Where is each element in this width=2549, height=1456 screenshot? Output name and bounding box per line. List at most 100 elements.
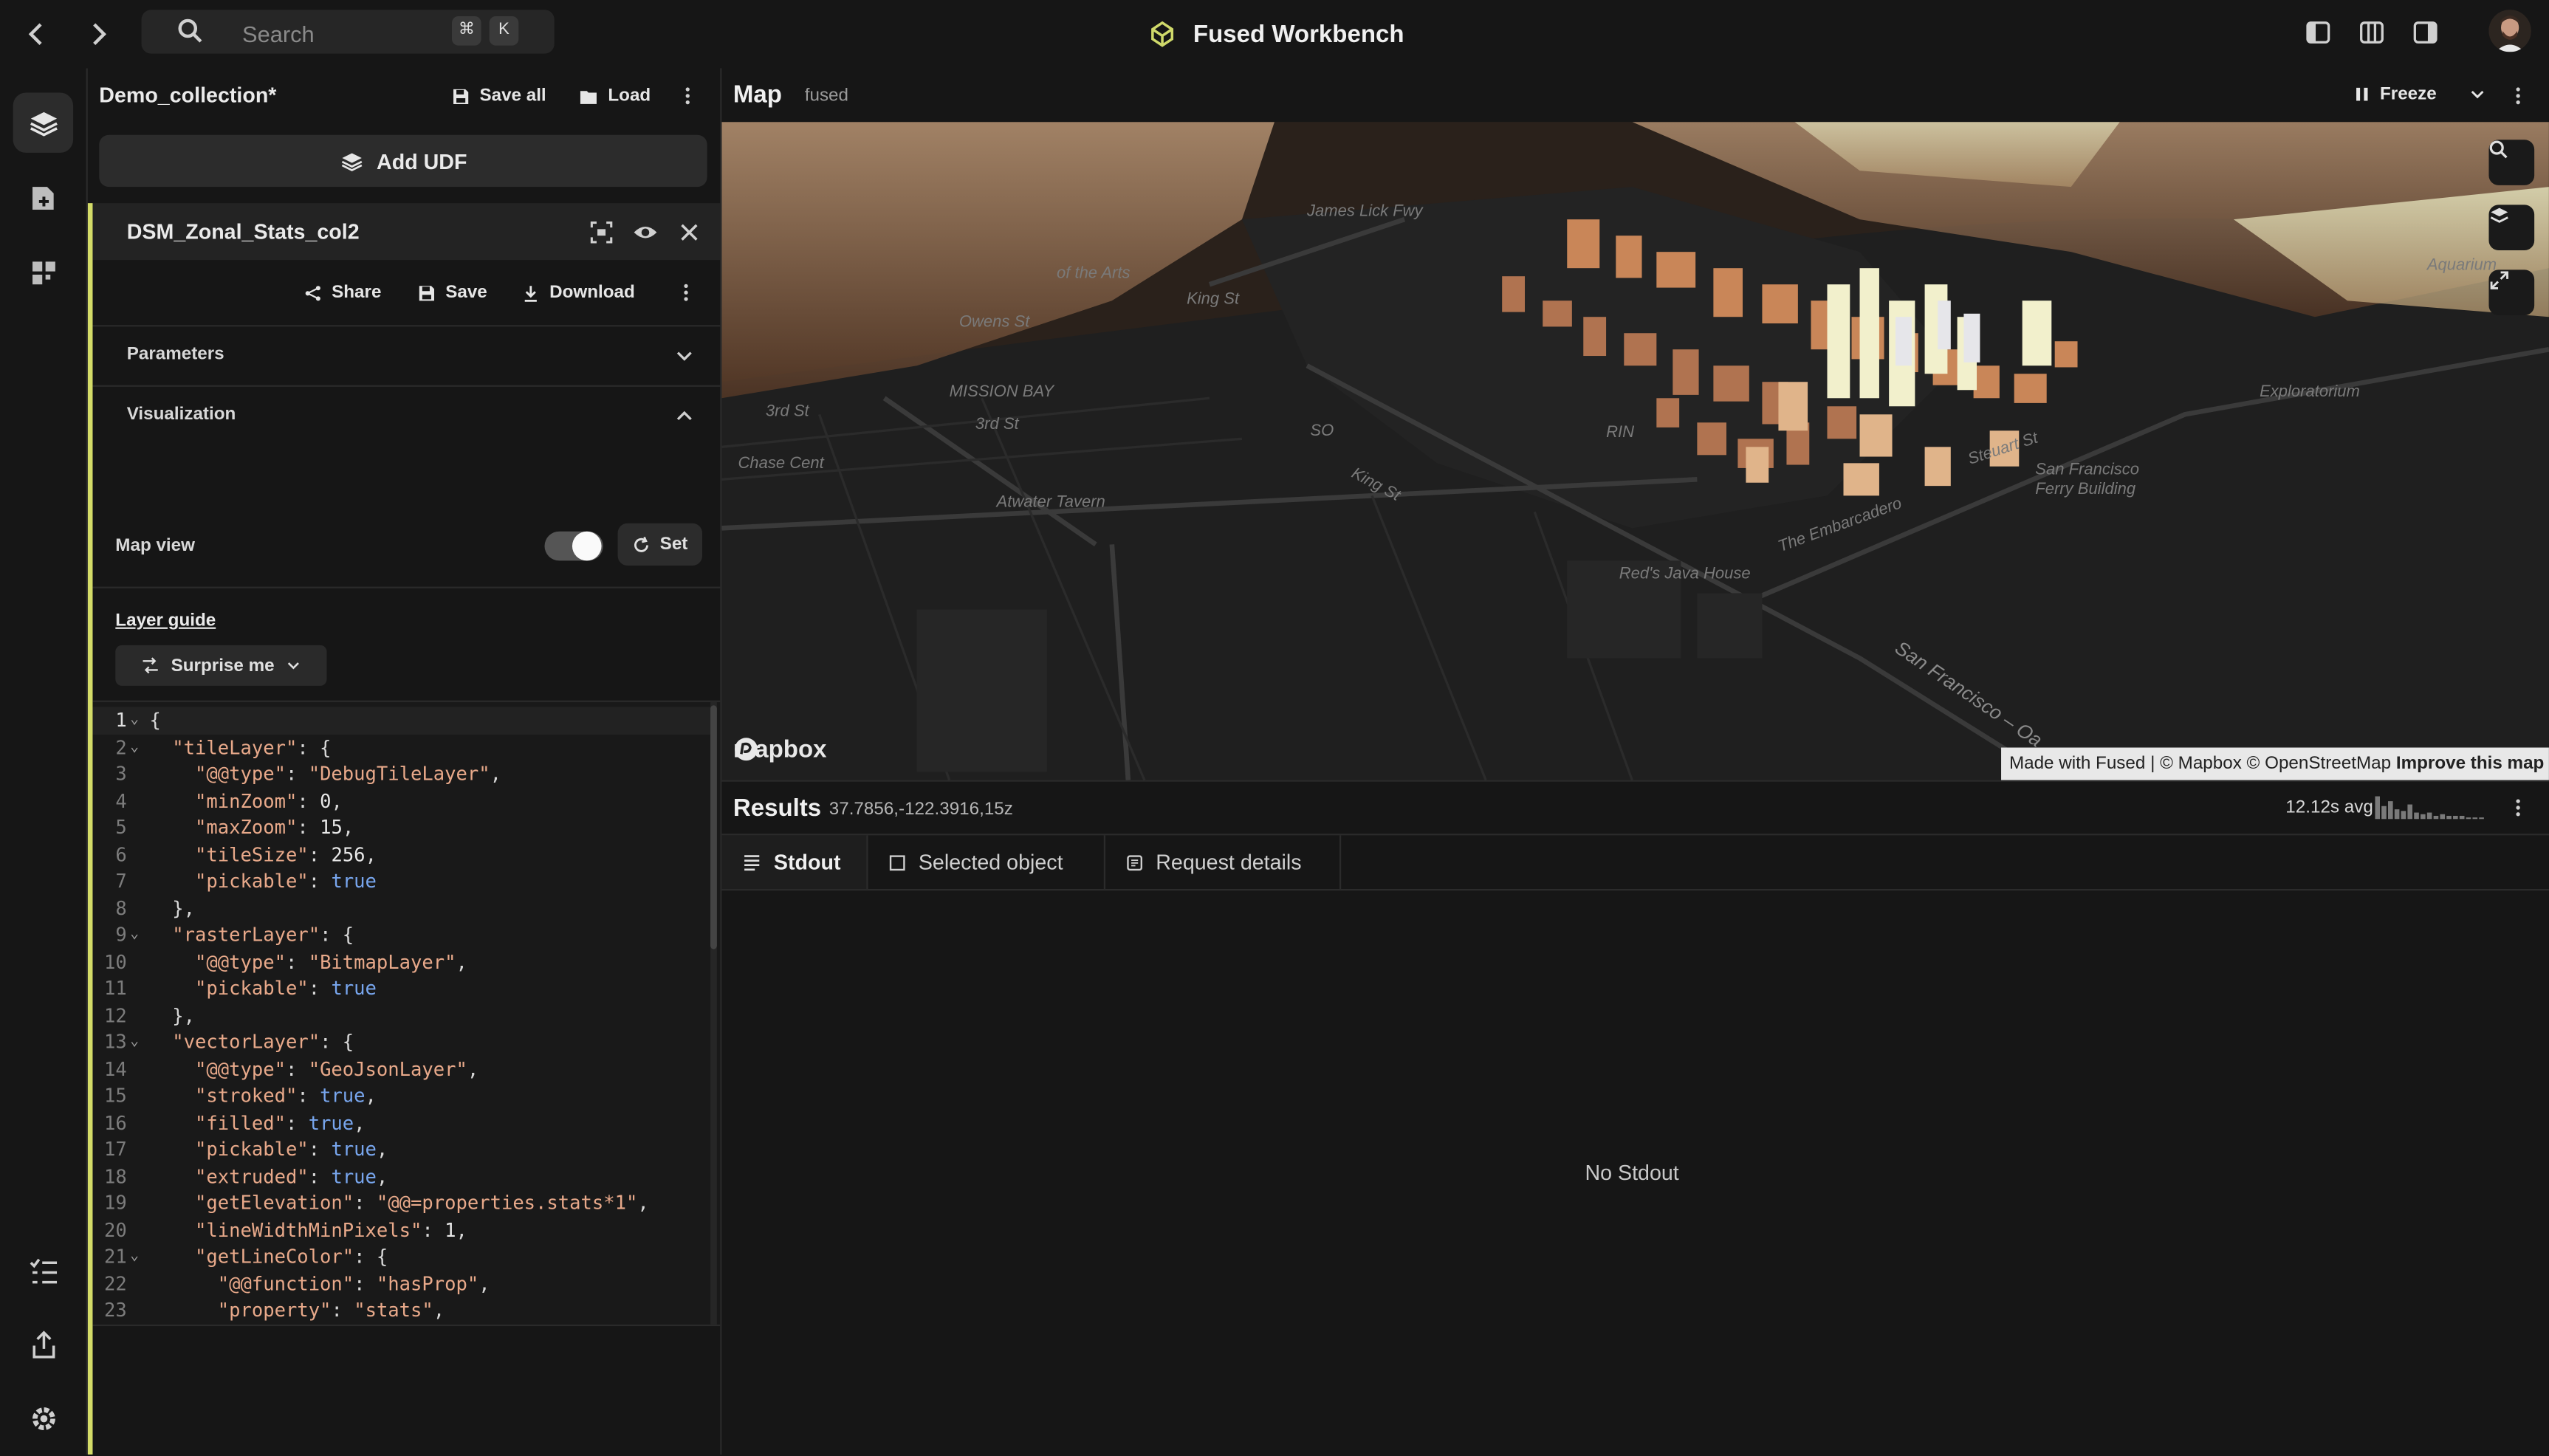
rail-udfs-button[interactable] <box>13 92 74 153</box>
add-udf-button[interactable]: Add UDF <box>99 134 707 188</box>
map-label-3rd-st-2: 3rd St <box>975 416 1019 434</box>
improve-map-link[interactable]: Improve this map <box>2396 754 2545 773</box>
udf-name[interactable]: DSM_Zonal_Stats_col2 <box>127 219 360 244</box>
code-line[interactable]: 8 }, <box>92 895 710 921</box>
rail-share-button[interactable] <box>13 1315 73 1375</box>
app-title: Fused Workbench <box>1147 16 1404 52</box>
code-line[interactable]: 16 "filled": true, <box>92 1109 710 1136</box>
code-line[interactable]: 10 "@@type": "BitmapLayer", <box>92 948 710 975</box>
udf-more-button[interactable] <box>681 281 690 304</box>
code-line[interactable]: 15 "stroked": true, <box>92 1082 710 1109</box>
code-line[interactable]: 7 "pickable": true <box>92 868 710 894</box>
set-button[interactable]: Set <box>617 523 703 566</box>
close-icon[interactable] <box>676 219 702 245</box>
mapbox-logo[interactable]: mapbox <box>733 736 827 763</box>
code-line[interactable]: 17 "pickable": true, <box>92 1136 710 1163</box>
map-layers-button[interactable] <box>2488 205 2535 250</box>
code-line[interactable]: 14 "@@type": "GeoJsonLayer", <box>92 1056 710 1082</box>
search-bar[interactable]: ⌘ K <box>141 10 555 54</box>
more-vertical-icon[interactable] <box>2514 797 2523 820</box>
parameters-section[interactable]: Parameters <box>92 325 721 385</box>
code-line[interactable]: 2 ⌄ "tileLayer": { <box>92 734 710 760</box>
map-search-button[interactable] <box>2488 140 2535 185</box>
code-line[interactable]: 20 "lineWidthMinPixels": 1, <box>92 1217 710 1243</box>
code-line[interactable]: 11 "pickable": true <box>92 975 710 1002</box>
folder-icon <box>580 90 597 103</box>
share-button[interactable]: Share <box>304 283 381 302</box>
fold-chevron-icon[interactable]: ⌄ <box>130 1243 143 1270</box>
code-line[interactable]: 6 "tileSize": 256, <box>92 841 710 868</box>
fold-chevron-icon[interactable]: ⌄ <box>130 707 143 733</box>
more-vertical-icon <box>684 284 688 301</box>
map-label-king-st: King St <box>1187 290 1240 309</box>
code-line[interactable]: 13 ⌄ "vectorLayer": { <box>92 1029 710 1055</box>
parameters-label: Parameters <box>126 344 224 365</box>
code-line[interactable]: 19 "getElevation": "@@=properties.stats*… <box>92 1189 710 1216</box>
map-canvas[interactable]: of the Arts King St James Lick Fwy Owens… <box>721 122 2549 780</box>
code-line[interactable]: 3 "@@type": "DebugTileLayer", <box>92 760 710 787</box>
code-line[interactable]: 9 ⌄ "rasterLayer": { <box>92 921 710 948</box>
code-editor[interactable]: 1 ⌄{2 ⌄ "tileLayer": {3 "@@type": "DebugTi… <box>92 700 721 1327</box>
rail-settings-button[interactable] <box>13 1388 73 1448</box>
back-button[interactable] <box>21 18 54 50</box>
download-button[interactable]: Download <box>522 283 635 302</box>
chevron-down-icon <box>676 351 692 361</box>
focus-icon[interactable] <box>589 219 614 245</box>
line-number: 14 <box>103 1057 127 1080</box>
freeze-button[interactable]: Freeze <box>2354 84 2485 104</box>
rail-files-button[interactable] <box>13 168 73 227</box>
code-line[interactable]: 22 "@@function": "hasProp", <box>92 1270 710 1297</box>
code-line[interactable]: 23 "property": "stats", <box>92 1297 710 1323</box>
chevron-up-icon[interactable] <box>675 406 694 425</box>
map-label-rincon: RIN <box>1606 424 1635 442</box>
code-line[interactable]: 18 "extruded": true, <box>92 1163 710 1189</box>
eye-icon[interactable] <box>632 219 658 245</box>
rail-catalog-button[interactable] <box>13 242 73 302</box>
save-all-button[interactable]: Save all <box>452 86 546 106</box>
split-view-icon[interactable] <box>2358 19 2384 45</box>
code-line[interactable]: 1 ⌄{ <box>92 707 711 734</box>
save-button[interactable]: Save <box>418 283 487 302</box>
tab-selected-object[interactable]: Selected object <box>868 835 1106 890</box>
map-view-label: Map view <box>115 536 195 556</box>
fold-chevron-icon[interactable]: ⌄ <box>130 921 143 948</box>
user-avatar[interactable] <box>2488 10 2531 52</box>
line-number: 23 <box>103 1298 127 1322</box>
fold-chevron-icon[interactable]: ⌄ <box>130 1029 143 1055</box>
tab-stdout[interactable]: Stdout <box>721 835 868 890</box>
fold-chevron-icon[interactable]: ⌄ <box>130 734 143 760</box>
refresh-icon <box>634 535 648 552</box>
surprise-me-button[interactable]: Surprise me <box>115 645 327 686</box>
load-button[interactable]: Load <box>579 86 651 106</box>
udf-header: DSM_Zonal_Stats_col2 <box>92 203 721 261</box>
left-panel-toggle-icon[interactable] <box>2305 19 2331 45</box>
right-panel-toggle-icon[interactable] <box>2412 19 2438 45</box>
collection-more-button[interactable] <box>683 84 693 107</box>
square-icon <box>889 854 905 870</box>
tab-selected-object-label: Selected object <box>918 850 1063 875</box>
line-number: 6 <box>115 842 127 866</box>
code-line[interactable]: 5 "maxZoom": 15, <box>92 814 710 841</box>
map-fullscreen-button[interactable] <box>2488 269 2535 316</box>
visualization-label[interactable]: Visualization <box>127 405 236 424</box>
code-line[interactable]: 4 "minZoom": 0, <box>92 787 710 814</box>
line-number: 7 <box>115 869 127 893</box>
editor-scroll-thumb[interactable] <box>710 705 717 950</box>
line-number: 17 <box>103 1137 127 1161</box>
line-number: 18 <box>103 1164 127 1187</box>
download-label: Download <box>549 282 635 303</box>
map-view-toggle[interactable] <box>544 531 603 561</box>
line-number: 8 <box>115 896 127 919</box>
tab-request-details[interactable]: Request details <box>1105 835 1342 890</box>
rail-jobs-button[interactable] <box>13 1242 73 1302</box>
forward-button[interactable] <box>81 18 114 50</box>
editor-scrollbar[interactable] <box>710 701 717 1325</box>
collection-name[interactable]: Demo_collection* <box>99 83 276 107</box>
code-line[interactable]: 21 ⌄ "getLineColor": { <box>92 1243 710 1270</box>
layer-guide-link[interactable]: Layer guide <box>115 611 216 631</box>
share-icon <box>305 285 320 301</box>
code-line[interactable]: 12 }, <box>92 1002 710 1029</box>
more-vertical-icon[interactable] <box>2514 84 2523 107</box>
map-label-arts: of the Arts <box>1056 264 1131 283</box>
chevron-down-icon[interactable] <box>2469 86 2485 103</box>
